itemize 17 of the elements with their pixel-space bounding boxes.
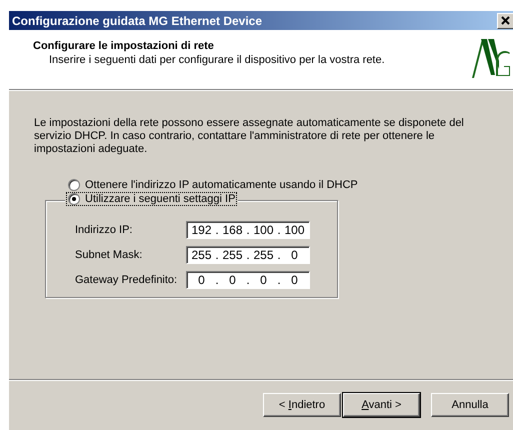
ip-address-field[interactable]: 255 . 255 . 255 . 0 xyxy=(186,246,310,264)
close-icon[interactable] xyxy=(497,12,513,28)
field-label: Indirizzo IP: xyxy=(75,224,134,236)
page-heading: Configurare le impostazioni di rete xyxy=(33,40,215,52)
field-label: Subnet Mask: xyxy=(75,249,144,261)
description-text: Le impostazioni della rete possono essere assegnate automaticamente se disponete del servizio DHCP. In caso contrario, contattare l'amministratore di rete per ottenere le impostazioni adeguate. xyxy=(34,117,465,156)
wizard-button[interactable]: Avanti > xyxy=(343,393,420,417)
logo-icon xyxy=(471,36,511,80)
wizard-button[interactable]: < Indietro xyxy=(263,393,341,417)
radio-option[interactable]: Ottenere l'indirizzo IP automaticamente usando il DHCP xyxy=(66,178,360,192)
radio-option[interactable]: Utilizzare i seguenti settaggi IP xyxy=(66,192,238,206)
wizard-button[interactable]: Annulla xyxy=(431,393,509,417)
field-label: Gateway Predefinito: xyxy=(75,274,178,286)
ip-address-field[interactable]: 0 . 0 . 0 . 0 xyxy=(186,271,310,289)
ip-address-field[interactable]: 192 . 168 . 100 . 100 xyxy=(186,221,310,239)
window-title: Configurazione guidata MG Ethernet Device xyxy=(12,14,262,28)
page-subtitle: Inserire i seguenti dati per configurare il dispositivo per la vostra rete. xyxy=(48,54,385,66)
